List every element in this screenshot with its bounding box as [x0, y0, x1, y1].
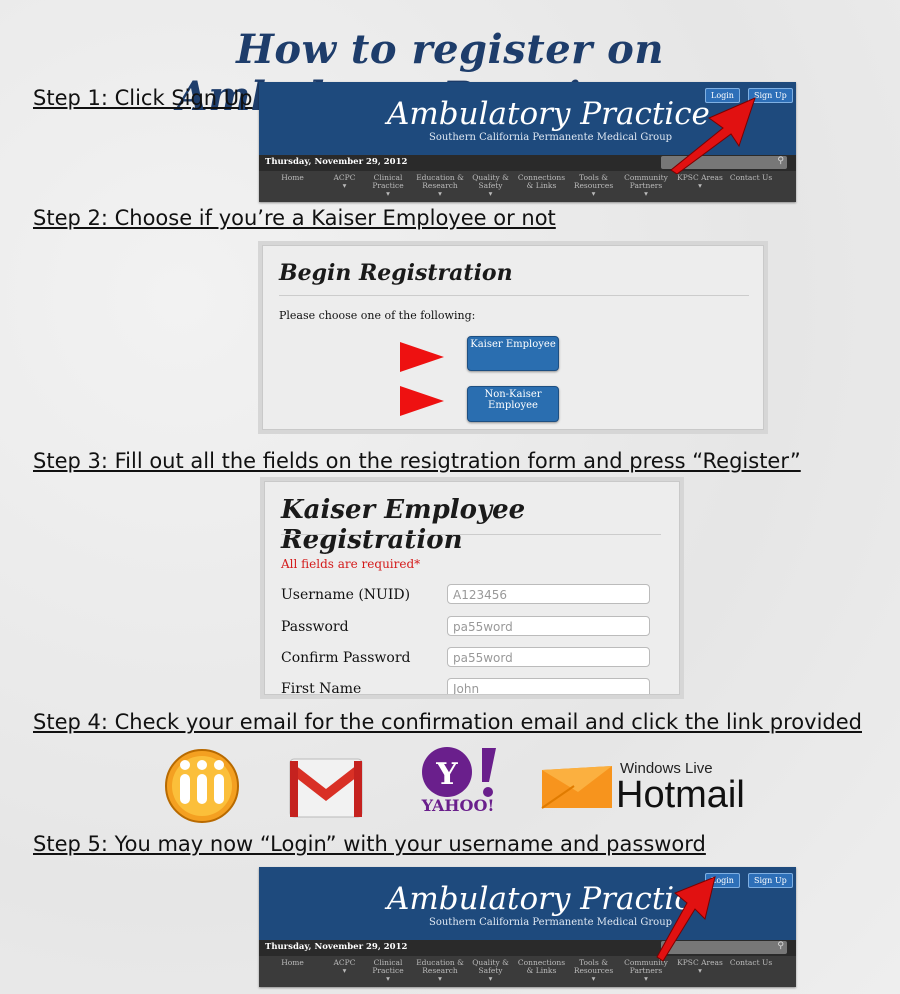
nav-item-tools-resources[interactable]: Tools & Resources ▾ — [569, 956, 618, 987]
yahoo-logo: Y YAHOO! — [418, 746, 498, 822]
red-pointer-arrow — [670, 97, 756, 174]
confirm-password-input[interactable]: pa55word — [447, 647, 650, 667]
nav-item-acpc[interactable]: ACPC ▾ — [326, 171, 363, 202]
yahoo-icon: Y — [422, 747, 496, 797]
nav-item-home[interactable]: Home — [259, 956, 326, 987]
red-arrow-icon — [400, 342, 444, 372]
kaiser-employee-button[interactable]: Kaiser Employee — [467, 336, 559, 371]
nav-item-quality-safety[interactable]: Quality & Safety ▾ — [467, 171, 514, 202]
non-kaiser-employee-button[interactable]: Non-Kaiser Employee — [467, 386, 559, 422]
site-nav: Home ACPC ▾ Clinical Practice ▾ Educatio… — [259, 171, 796, 202]
required-note: All fields are required* — [281, 557, 421, 571]
nav-item-clinical-practice[interactable]: Clinical Practice ▾ — [363, 956, 413, 987]
choose-prompt: Please choose one of the following: — [279, 309, 476, 322]
red-pointer-arrow — [656, 876, 716, 962]
begin-registration-heading: Begin Registration — [279, 260, 513, 286]
nav-item-connections-links[interactable]: Connections & Links — [514, 956, 569, 987]
nav-item-quality-safety[interactable]: Quality & Safety ▾ — [467, 956, 514, 987]
site-subtitle: Southern California Permanente Medical G… — [429, 132, 673, 143]
lotus-notes-icon — [165, 749, 239, 823]
step-3-label: Step 3: Fill out all the fields on the r… — [33, 449, 801, 473]
nav-item-clinical-practice[interactable]: Clinical Practice ▾ — [363, 171, 413, 202]
step-4-label: Step 4: Check your email for the confirm… — [33, 710, 862, 734]
yahoo-wordmark: YAHOO! — [421, 796, 495, 815]
site-header-login-shot: Ambulatory Practice Southern California … — [259, 867, 796, 987]
nav-item-contact-us[interactable]: Contact Us — [726, 956, 776, 987]
svg-text:Y: Y — [435, 757, 458, 792]
begin-registration-panel: Begin Registration Please choose one of … — [262, 245, 764, 430]
nav-item-connections-links[interactable]: Connections & Links — [514, 171, 569, 202]
site-brand: Ambulatory Practice — [387, 96, 710, 132]
first-name-input[interactable]: John — [447, 678, 650, 694]
first-name-label: First Name — [281, 681, 362, 695]
nav-item-tools-resources[interactable]: Tools & Resources ▾ — [569, 171, 618, 202]
nav-item-acpc[interactable]: ACPC ▾ — [326, 956, 363, 987]
nav-item-education-research[interactable]: Education & Research ▾ — [413, 171, 467, 202]
date-text: Thursday, November 29, 2012 — [265, 157, 408, 167]
password-input[interactable]: pa55word — [447, 616, 650, 636]
red-arrow-icon — [400, 386, 444, 416]
step-1-label: Step 1: Click Sign Up — [33, 86, 253, 110]
username-label: Username (NUID) — [281, 587, 411, 603]
nav-item-contact-us[interactable]: Contact Us — [726, 171, 776, 202]
nav-item-education-research[interactable]: Education & Research ▾ — [413, 956, 467, 987]
nav-item-community-partners[interactable]: Community Partners ▾ — [618, 171, 674, 202]
search-icon: ⚲ — [777, 156, 784, 166]
kaiser-form-heading: Kaiser Employee Registration — [281, 495, 526, 555]
nav-item-home[interactable]: Home — [259, 171, 326, 202]
search-icon: ⚲ — [777, 941, 784, 951]
hotmail-envelope-icon — [541, 766, 612, 809]
site-header-signup-shot: Ambulatory Practice Southern California … — [259, 82, 796, 202]
username-input[interactable]: A123456 — [447, 584, 650, 604]
kaiser-registration-form: Kaiser Employee Registration All fields … — [264, 481, 680, 695]
date-text: Thursday, November 29, 2012 — [265, 942, 408, 952]
gmail-icon — [289, 758, 363, 818]
signup-button[interactable]: Sign Up — [748, 873, 793, 888]
password-label: Password — [281, 619, 349, 635]
site-subtitle: Southern California Permanente Medical G… — [429, 917, 673, 928]
hotmail-text: Hotmail — [616, 774, 745, 816]
step-2-label: Step 2: Choose if you’re a Kaiser Employ… — [33, 206, 556, 230]
confirm-password-label: Confirm Password — [281, 650, 411, 666]
step-5-label: Step 5: You may now “Login” with your us… — [33, 832, 706, 856]
nav-item-kpsc-areas[interactable]: KPSC Areas ▾ — [674, 171, 726, 202]
